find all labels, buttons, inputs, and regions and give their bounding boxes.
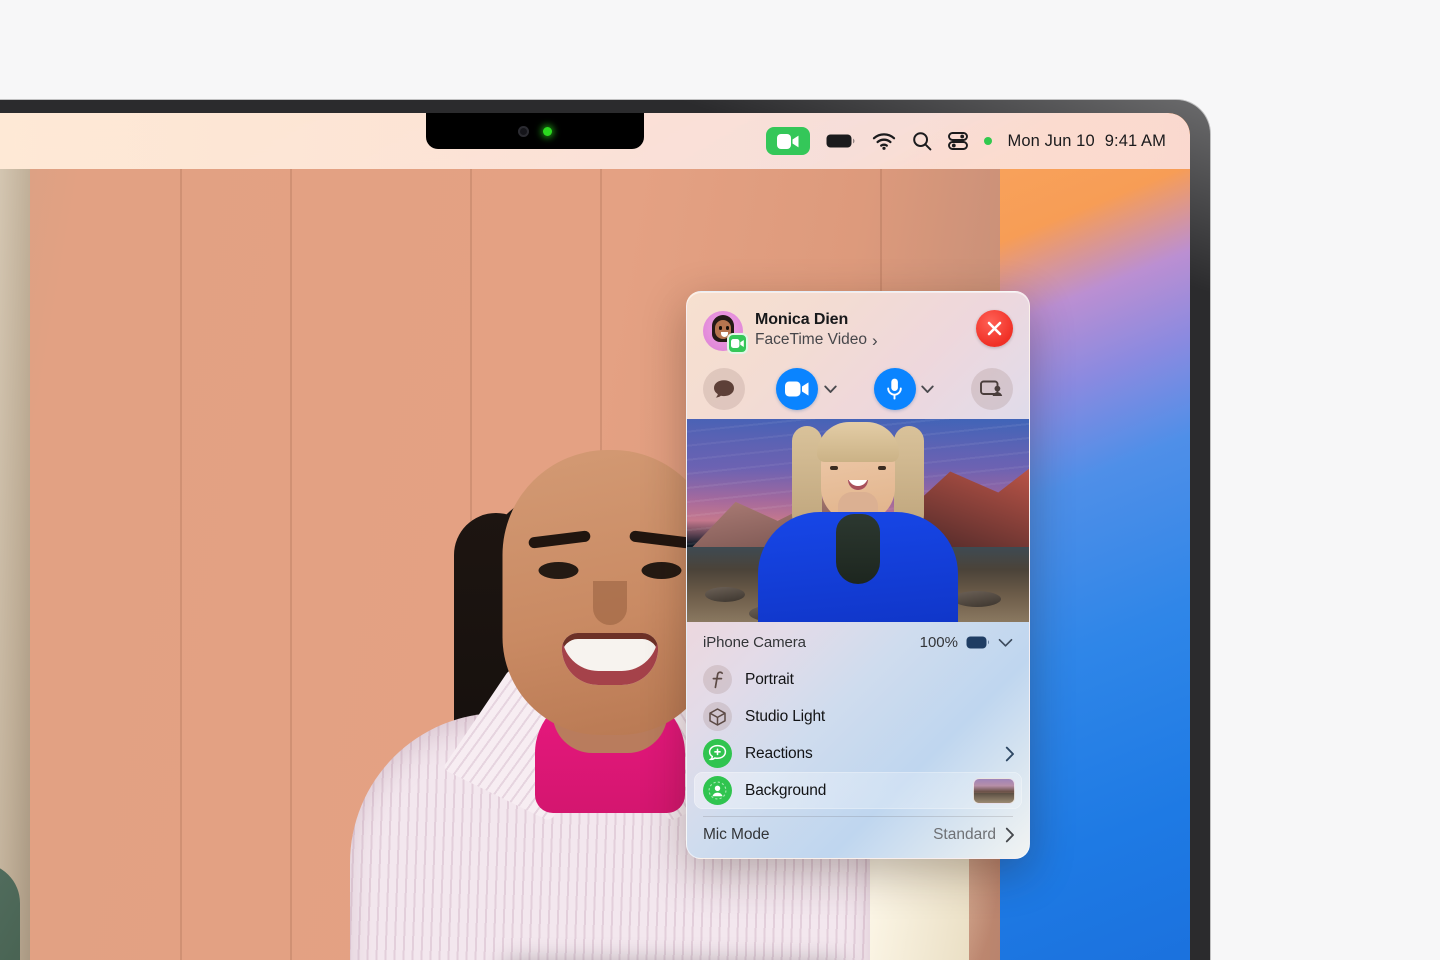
search-icon[interactable] [912, 126, 932, 156]
end-call-button[interactable] [976, 310, 1013, 347]
page-root: Mon Jun 10 9:41 AM Monica Dien FaceTime … [0, 0, 1440, 960]
camera-active-led-icon [543, 126, 552, 136]
mic-mode-row[interactable]: Mic Mode Standard [687, 817, 1029, 844]
mic-options-chevron[interactable] [916, 385, 940, 394]
portrait-f-icon [703, 665, 732, 694]
mic-mode-label: Mic Mode [703, 826, 770, 843]
studio-light-cube-icon [703, 702, 732, 731]
effect-label: Reactions [745, 744, 813, 762]
battery-icon[interactable] [826, 126, 856, 156]
recording-indicator [983, 137, 992, 145]
effect-row-reactions[interactable]: Reactions [687, 735, 1029, 772]
chevron-down-icon[interactable] [998, 638, 1013, 648]
messages-button[interactable] [703, 368, 745, 410]
menu-bar-time: 9:41 AM [1104, 131, 1166, 150]
effect-label: Studio Light [745, 707, 826, 725]
battery-icon [966, 636, 990, 649]
chevron-right-icon[interactable] [1005, 746, 1015, 762]
facetime-badge-icon [727, 333, 748, 354]
camera-header[interactable]: iPhone Camera 100% [687, 622, 1029, 661]
laptop-chassis: Mon Jun 10 9:41 AM Monica Dien FaceTime … [0, 100, 1210, 960]
camera-effects-list: iPhone Camera 100% Portrait Studio Light… [687, 622, 1029, 858]
self-video-preview[interactable] [687, 419, 1029, 622]
facetime-active-icon[interactable] [765, 127, 810, 155]
wifi-icon[interactable] [872, 126, 896, 156]
effect-label: Portrait [745, 670, 794, 688]
camera-title: iPhone Camera [703, 634, 806, 651]
camera-battery-percent: 100% [919, 634, 958, 651]
chevron-right-icon: › [872, 330, 878, 350]
call-type-label: FaceTime Video [755, 331, 867, 349]
chevron-right-icon[interactable] [1005, 827, 1015, 843]
video-options-chevron[interactable] [818, 385, 842, 394]
background-thumbnail[interactable] [973, 777, 1015, 804]
microphone-toggle-button[interactable] [873, 368, 916, 410]
contact-name: Monica Dien [755, 311, 849, 328]
mic-mode-value: Standard [933, 826, 996, 843]
control-center-icon[interactable] [947, 126, 968, 156]
curtain [0, 169, 30, 960]
menu-bar-date: Mon Jun 10 [1007, 131, 1095, 150]
effect-row-portrait[interactable]: Portrait [687, 661, 1029, 698]
popover-controls-row [687, 360, 1029, 418]
avatar [703, 311, 748, 354]
effect-row-studio-light[interactable]: Studio Light [687, 698, 1029, 735]
effect-row-background[interactable]: Background [694, 772, 1022, 809]
laptop-notch [426, 113, 644, 149]
reactions-icon [703, 739, 732, 768]
laptop-screen: Mon Jun 10 9:41 AM Monica Dien FaceTime … [0, 113, 1190, 960]
video-toggle-button[interactable] [776, 368, 819, 410]
facetime-control-center-popover[interactable]: Monica Dien FaceTime Video › iPhone Came… [686, 291, 1030, 859]
share-screen-button[interactable] [970, 368, 1013, 410]
background-person-icon [703, 776, 732, 805]
camera-lens-icon [518, 125, 529, 137]
call-type-row[interactable]: FaceTime Video › [755, 330, 878, 352]
effect-label: Background [745, 781, 827, 799]
